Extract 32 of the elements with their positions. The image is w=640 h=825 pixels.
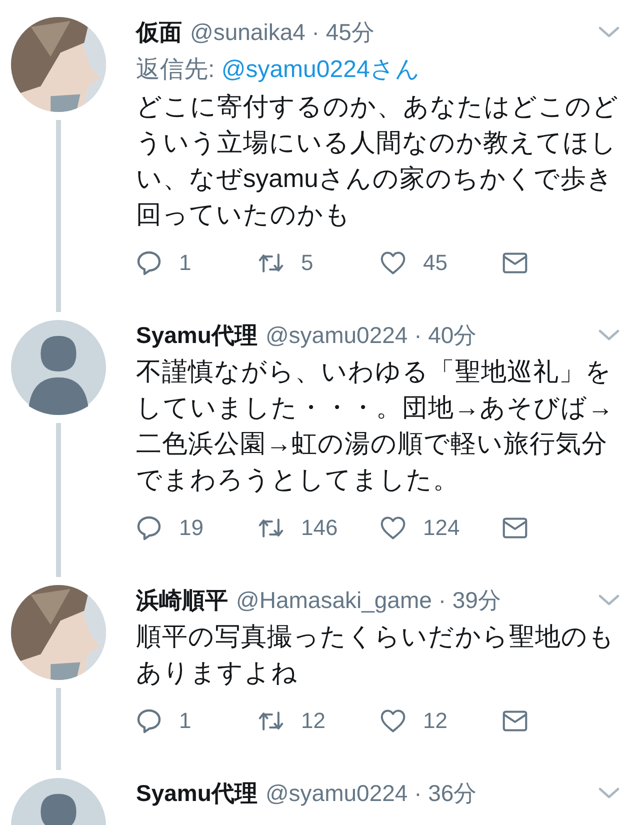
retweet-count: 12 [301, 708, 326, 734]
tweet-text: 不謹慎ながら、いわゆる「聖地巡礼」をしていました・・・。団地→あそびば→二色浜公園→虹の湯の順で軽い旅行気分でまわろうとしてました。 [136, 357, 614, 496]
reply-icon[interactable] [136, 515, 162, 541]
like-count: 124 [423, 515, 460, 541]
envelope-icon[interactable] [502, 250, 528, 276]
reply-icon[interactable] [136, 250, 162, 276]
handle-and-time: @syamu0224 · 40分 [265, 320, 477, 350]
reply-icon[interactable] [136, 708, 162, 734]
heart-icon[interactable] [380, 250, 406, 276]
heart-icon[interactable] [380, 708, 406, 734]
like-count: 12 [423, 708, 448, 734]
reply-count: 19 [179, 515, 204, 541]
handle-and-time: @sunaika4 · 45分 [190, 18, 374, 46]
heart-icon[interactable] [380, 515, 406, 541]
envelope-icon[interactable] [502, 708, 528, 734]
tweet-text: どこに寄付するのか、あなたはどこのどういう立場にいる人間なのか教えてほしい、なぜsyamuさんの家のちかくで歩き回っていたのかも [136, 92, 620, 231]
retweet-count: 146 [301, 515, 338, 541]
retweet-count: 5 [301, 250, 314, 276]
envelope-icon[interactable] [502, 515, 528, 541]
default-avatar-icon [10, 320, 106, 415]
reply-count: 1 [179, 708, 192, 734]
mention-link[interactable]: @syamu0224さん [221, 56, 420, 83]
like-count: 45 [423, 250, 448, 276]
tweet-text: 順平の写真撮ったくらいだから聖地のもありますよね [136, 622, 616, 689]
author-name: Syamu代理 [136, 320, 258, 350]
author-name: 仮面 [136, 18, 182, 46]
handle-and-time: @Hamasaki_game · 39分 [236, 586, 501, 615]
author-name: Syamu代理 [136, 778, 258, 808]
author-name: 浜崎順平 [136, 586, 228, 614]
handle-and-time: @syamu0224 · 36分 [265, 778, 477, 808]
reply-count: 1 [179, 250, 192, 276]
replying-to-line: 返信先: @syamu0224さん [136, 55, 421, 85]
